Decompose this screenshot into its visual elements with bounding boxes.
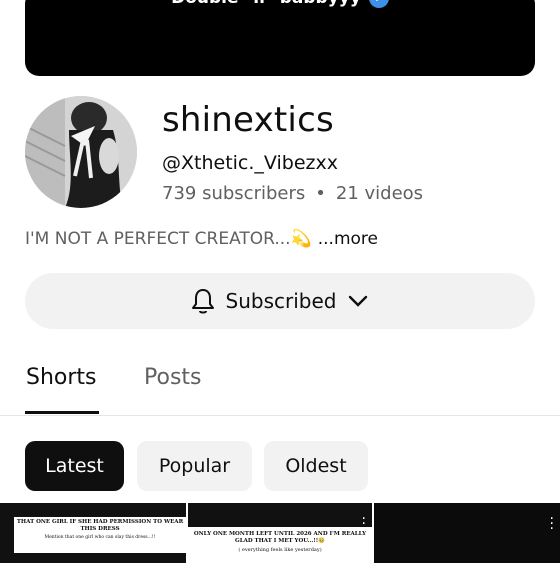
subscriber-count: 739 subscribers <box>162 183 306 204</box>
banner-text: Double "ii" babbyyy <box>171 0 361 8</box>
filter-latest-chip[interactable]: Latest <box>25 441 124 491</box>
more-vert-icon[interactable]: ··· <box>550 512 554 536</box>
channel-stats: 739 subscribers • 21 videos <box>162 183 423 204</box>
active-tab-indicator <box>25 411 99 414</box>
bell-icon <box>191 289 214 314</box>
subscribed-button[interactable]: Subscribed <box>25 273 535 329</box>
channel-description[interactable]: I'M NOT A PERFECT CREATOR...💫 ...more <box>25 229 378 249</box>
short-thumbnail[interactable]: THAT ONE GIRL IF SHE HAD PERMISSION TO W… <box>0 503 186 563</box>
subscribed-label: Subscribed <box>225 289 337 313</box>
short-thumbnail[interactable]: ··· ONLY ONE MONTH LEFT UNTIL 2026 AND I… <box>188 503 372 563</box>
channel-banner: Double "ii" babbyyy ✓ <box>25 0 535 76</box>
short-caption: ONLY ONE MONTH LEFT UNTIL 2026 AND I'M R… <box>193 531 367 544</box>
short-caption-box: ONLY ONE MONTH LEFT UNTIL 2026 AND I'M R… <box>188 527 372 563</box>
tab-shorts[interactable]: Shorts <box>26 365 97 390</box>
channel-name: shinextics <box>162 100 334 140</box>
chevron-down-icon <box>349 295 368 307</box>
stats-separator: • <box>315 183 326 204</box>
channel-tabs: Shorts Posts <box>0 355 560 416</box>
short-subcaption: Mention that one girl who can slay this … <box>44 535 156 540</box>
channel-handle: @Xthetic._Vibezxx <box>162 152 338 174</box>
short-subcaption: ( everything feels like yesterday) <box>238 547 322 553</box>
filter-oldest-chip[interactable]: Oldest <box>264 441 368 491</box>
short-caption: THAT ONE GIRL IF SHE HAD PERMISSION TO W… <box>16 519 184 532</box>
more-link[interactable]: ...more <box>318 229 378 249</box>
short-thumbnail[interactable]: · · · <box>374 503 560 563</box>
avatar[interactable] <box>25 96 137 208</box>
filter-popular-chip[interactable]: Popular <box>137 441 252 491</box>
verified-badge-icon: ✓ <box>368 0 389 8</box>
short-caption-box: THAT ONE GIRL IF SHE HAD PERMISSION TO W… <box>14 517 186 553</box>
tab-posts[interactable]: Posts <box>144 365 202 390</box>
avatar-image <box>25 96 137 208</box>
video-count: 21 videos <box>335 183 424 204</box>
description-text: I'M NOT A PERFECT CREATOR...💫 <box>25 229 312 249</box>
banner-text-row: Double "ii" babbyyy ✓ <box>25 0 535 8</box>
